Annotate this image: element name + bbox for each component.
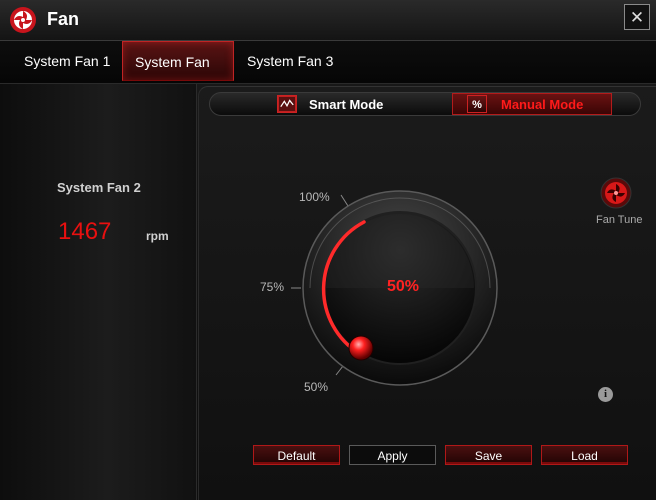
fan-window: Fan ✕ System Fan 1 System Fan 2 System F… — [0, 0, 656, 500]
tab-system-fan-1[interactable]: System Fan 1 — [12, 41, 122, 81]
manual-mode-label: Manual Mode — [501, 96, 584, 112]
smart-mode-icon — [277, 95, 297, 113]
manual-mode-button[interactable]: % Manual Mode — [452, 93, 612, 115]
tab-system-fan-3[interactable]: System Fan 3 — [235, 41, 345, 81]
dial-value: 50% — [387, 278, 420, 295]
smart-mode-button[interactable]: Smart Mode — [277, 94, 383, 114]
tab-system-fan-2[interactable]: System Fan 2 — [122, 41, 234, 110]
title-bar: Fan ✕ — [0, 0, 656, 41]
rpm-unit-label: rpm — [146, 229, 169, 243]
smart-mode-label: Smart Mode — [309, 96, 384, 112]
fan-tune-icon[interactable] — [600, 177, 632, 209]
scale-label-100: 100% — [299, 190, 330, 204]
window-title: Fan — [47, 9, 80, 29]
fan-name-label: System Fan 2 — [57, 180, 141, 195]
close-button[interactable]: ✕ — [624, 4, 650, 30]
fan-tune-label: Fan Tune — [596, 214, 643, 226]
app-logo-icon — [10, 7, 36, 33]
rpm-value: 1467 — [58, 218, 112, 245]
apply-button[interactable]: Apply — [349, 445, 436, 465]
close-icon: ✕ — [629, 8, 645, 27]
scale-label-50: 50% — [304, 380, 329, 394]
fan-tab-bar: System Fan 1 System Fan 2 System Fan 3 — [0, 41, 656, 110]
percent-icon: % — [467, 95, 487, 113]
fan-status-panel — [0, 84, 197, 500]
load-button[interactable]: Load — [541, 445, 628, 465]
save-button[interactable]: Save — [445, 445, 532, 465]
scale-label-75: 75% — [260, 280, 285, 294]
info-icon[interactable]: i — [598, 387, 613, 402]
default-button[interactable]: Default — [253, 445, 340, 465]
dial-handle[interactable] — [348, 335, 374, 361]
